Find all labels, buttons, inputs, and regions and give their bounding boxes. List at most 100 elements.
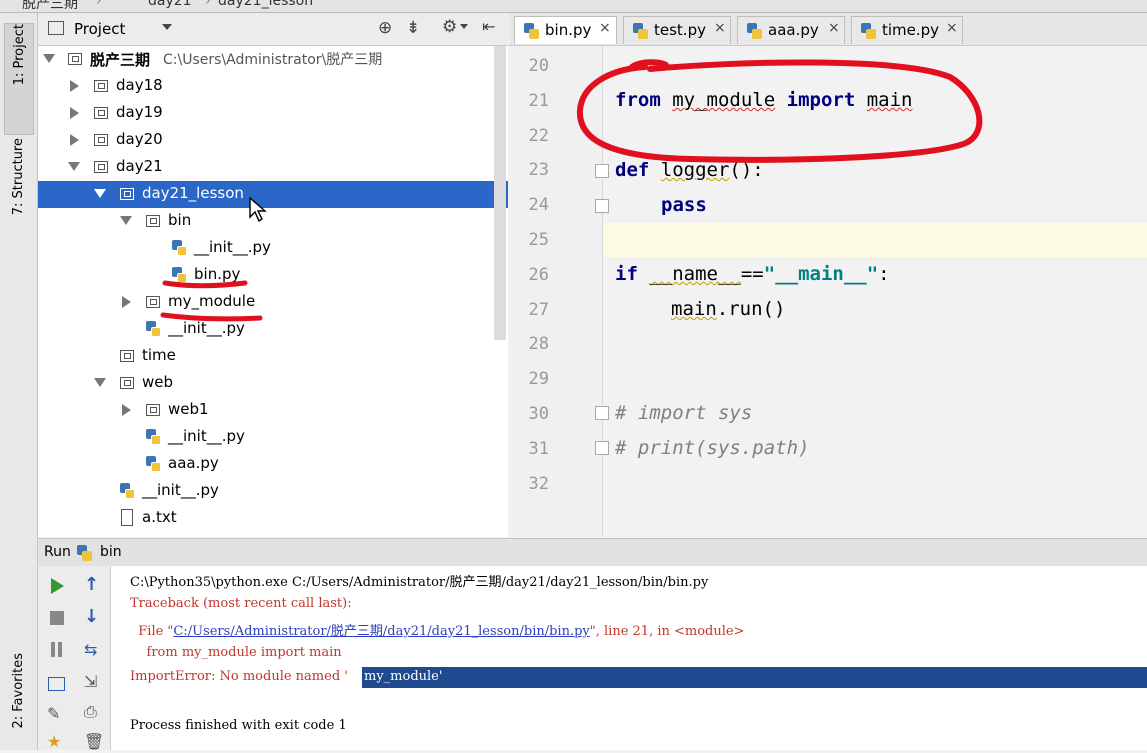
console-finished-line: Process finished with exit code 1 [130, 718, 347, 733]
tree-item[interactable]: web [38, 370, 508, 397]
tab-label: test.py [654, 21, 706, 39]
scroll-up-icon[interactable]: ↑ [84, 574, 104, 595]
code-line-23: def logger(): [615, 159, 764, 181]
close-icon[interactable]: × [946, 20, 958, 36]
pause-icon[interactable] [47, 640, 67, 660]
line-number: 24 [528, 195, 549, 215]
breadcrumb-item[interactable]: day21_lesson [218, 0, 313, 9]
tree-item[interactable]: day18 [38, 73, 508, 100]
project-panel-title[interactable]: Project [74, 20, 125, 38]
tree-item[interactable]: my_module [38, 289, 508, 316]
tree-item[interactable]: bin.py [38, 262, 508, 289]
line-number: 23 [528, 160, 549, 180]
gear-dropdown-icon[interactable] [460, 24, 468, 29]
breadcrumb-item[interactable]: day21 [148, 0, 192, 9]
tab-aaa-py[interactable]: aaa.py × [737, 16, 845, 44]
breadcrumb-item[interactable]: 脱产三期 [22, 0, 78, 12]
tab-label: aaa.py [768, 21, 819, 39]
tree-scrollbar[interactable] [494, 46, 506, 340]
run-panel-header: Run bin [38, 538, 1147, 567]
clear-all-icon[interactable]: 🗑 [84, 732, 104, 752]
collapse-arrow-icon[interactable] [70, 107, 79, 119]
line-number: 22 [528, 126, 549, 146]
scroll-down-icon[interactable]: ↓ [84, 606, 104, 627]
python-file-icon [146, 456, 161, 472]
project-icon [48, 21, 64, 35]
code-line-21: from my_module import main [615, 89, 913, 111]
gear-icon[interactable]: ⚙ [442, 17, 457, 37]
expand-arrow-icon[interactable] [68, 162, 80, 171]
navigation-breadcrumb: 脱产三期 › day21 › day21_lesson [0, 0, 1147, 13]
locate-icon[interactable]: ⊕ [378, 18, 392, 38]
favorites-tool-tab[interactable]: 2: Favorites [4, 653, 32, 753]
tree-item-selected[interactable]: day21_lesson [38, 181, 508, 208]
collapse-arrow-icon[interactable] [70, 80, 79, 92]
tree-item[interactable]: time [38, 343, 508, 370]
tree-item[interactable]: day19 [38, 100, 508, 127]
code-editor[interactable]: from my_module import main def logger():… [603, 46, 1147, 536]
tab-bin-py[interactable]: bin.py × [514, 16, 617, 44]
tree-item[interactable]: __init__.py [38, 478, 508, 505]
python-file-icon [861, 23, 876, 39]
pin-icon[interactable]: ✎ [47, 704, 67, 724]
close-icon[interactable]: × [714, 20, 726, 36]
project-tool-tab[interactable]: 1: Project [4, 23, 34, 135]
line-number: 28 [528, 334, 549, 354]
stop-icon[interactable] [47, 608, 67, 628]
console-file-link[interactable]: C:/Users/Administrator/脱产三期/day21/day21_… [173, 624, 589, 639]
line-number: 25 [528, 230, 549, 250]
tree-item-label: day21 [116, 157, 163, 175]
line-number: 32 [528, 474, 549, 494]
tree-item[interactable]: bin [38, 208, 508, 235]
run-config-label[interactable]: bin [100, 544, 122, 560]
line-number: 30 [528, 404, 549, 424]
tab-test-py[interactable]: test.py × [623, 16, 731, 44]
tree-item-root[interactable]: 脱产三期 C:\Users\Administrator\脱产三期 [38, 46, 508, 73]
python-file-icon [172, 267, 187, 283]
soft-wrap-icon[interactable]: ⇆ [84, 640, 104, 660]
line-number: 26 [528, 265, 549, 285]
code-line-30: # import sys [615, 402, 753, 424]
collapse-arrow-icon[interactable] [122, 296, 131, 308]
project-tool-tab-label: 1: Project [11, 24, 27, 86]
python-file-icon [146, 321, 161, 337]
python-file-icon [747, 23, 762, 39]
tree-item[interactable]: __init__.py [38, 235, 508, 262]
tree-item-label: bin [168, 211, 192, 229]
close-icon[interactable]: × [828, 20, 840, 36]
expand-arrow-icon[interactable] [94, 189, 106, 198]
dump-threads-icon[interactable] [47, 674, 67, 694]
tab-time-py[interactable]: time.py × [851, 16, 963, 44]
tree-item[interactable]: a.txt [38, 505, 508, 532]
run-console[interactable]: C:\Python35\python.exe C:/Users/Administ… [111, 566, 1147, 750]
folder-icon [146, 215, 160, 227]
tree-item-label: __init__.py [168, 427, 245, 445]
structure-tool-tab[interactable]: 7: Structure [4, 138, 32, 258]
tree-item[interactable]: aaa.py [38, 451, 508, 478]
expand-arrow-icon[interactable] [94, 378, 106, 387]
close-icon[interactable]: × [599, 20, 611, 36]
console-traceback-line: Traceback (most recent call last): [130, 596, 352, 611]
collapse-icon[interactable]: ⇟ [406, 18, 420, 38]
print-icon[interactable]: ⎙ [84, 702, 104, 722]
tree-item[interactable]: web1 [38, 397, 508, 424]
tree-item[interactable]: day21 [38, 154, 508, 181]
expand-arrow-icon[interactable] [43, 54, 55, 63]
python-file-icon [524, 23, 539, 39]
scroll-to-end-icon[interactable]: ⇲ [84, 672, 104, 692]
collapse-arrow-icon[interactable] [122, 404, 131, 416]
line-number: 29 [528, 369, 549, 389]
tree-item[interactable]: __init__.py [38, 316, 508, 343]
tree-item[interactable]: day20 [38, 127, 508, 154]
hide-panel-icon[interactable]: ⇤ [482, 17, 495, 36]
view-dropdown-icon[interactable] [162, 24, 172, 30]
tree-item-label: 脱产三期 [90, 51, 151, 69]
python-file-icon [172, 240, 187, 256]
code-line-31: # print(sys.path) [615, 437, 810, 459]
console-selected-text: my_module' [364, 669, 443, 684]
favorites-star-icon[interactable]: ★ [47, 732, 67, 752]
tree-item[interactable]: __init__.py [38, 424, 508, 451]
rerun-icon[interactable] [47, 576, 67, 596]
collapse-arrow-icon[interactable] [70, 134, 79, 146]
expand-arrow-icon[interactable] [120, 216, 132, 225]
